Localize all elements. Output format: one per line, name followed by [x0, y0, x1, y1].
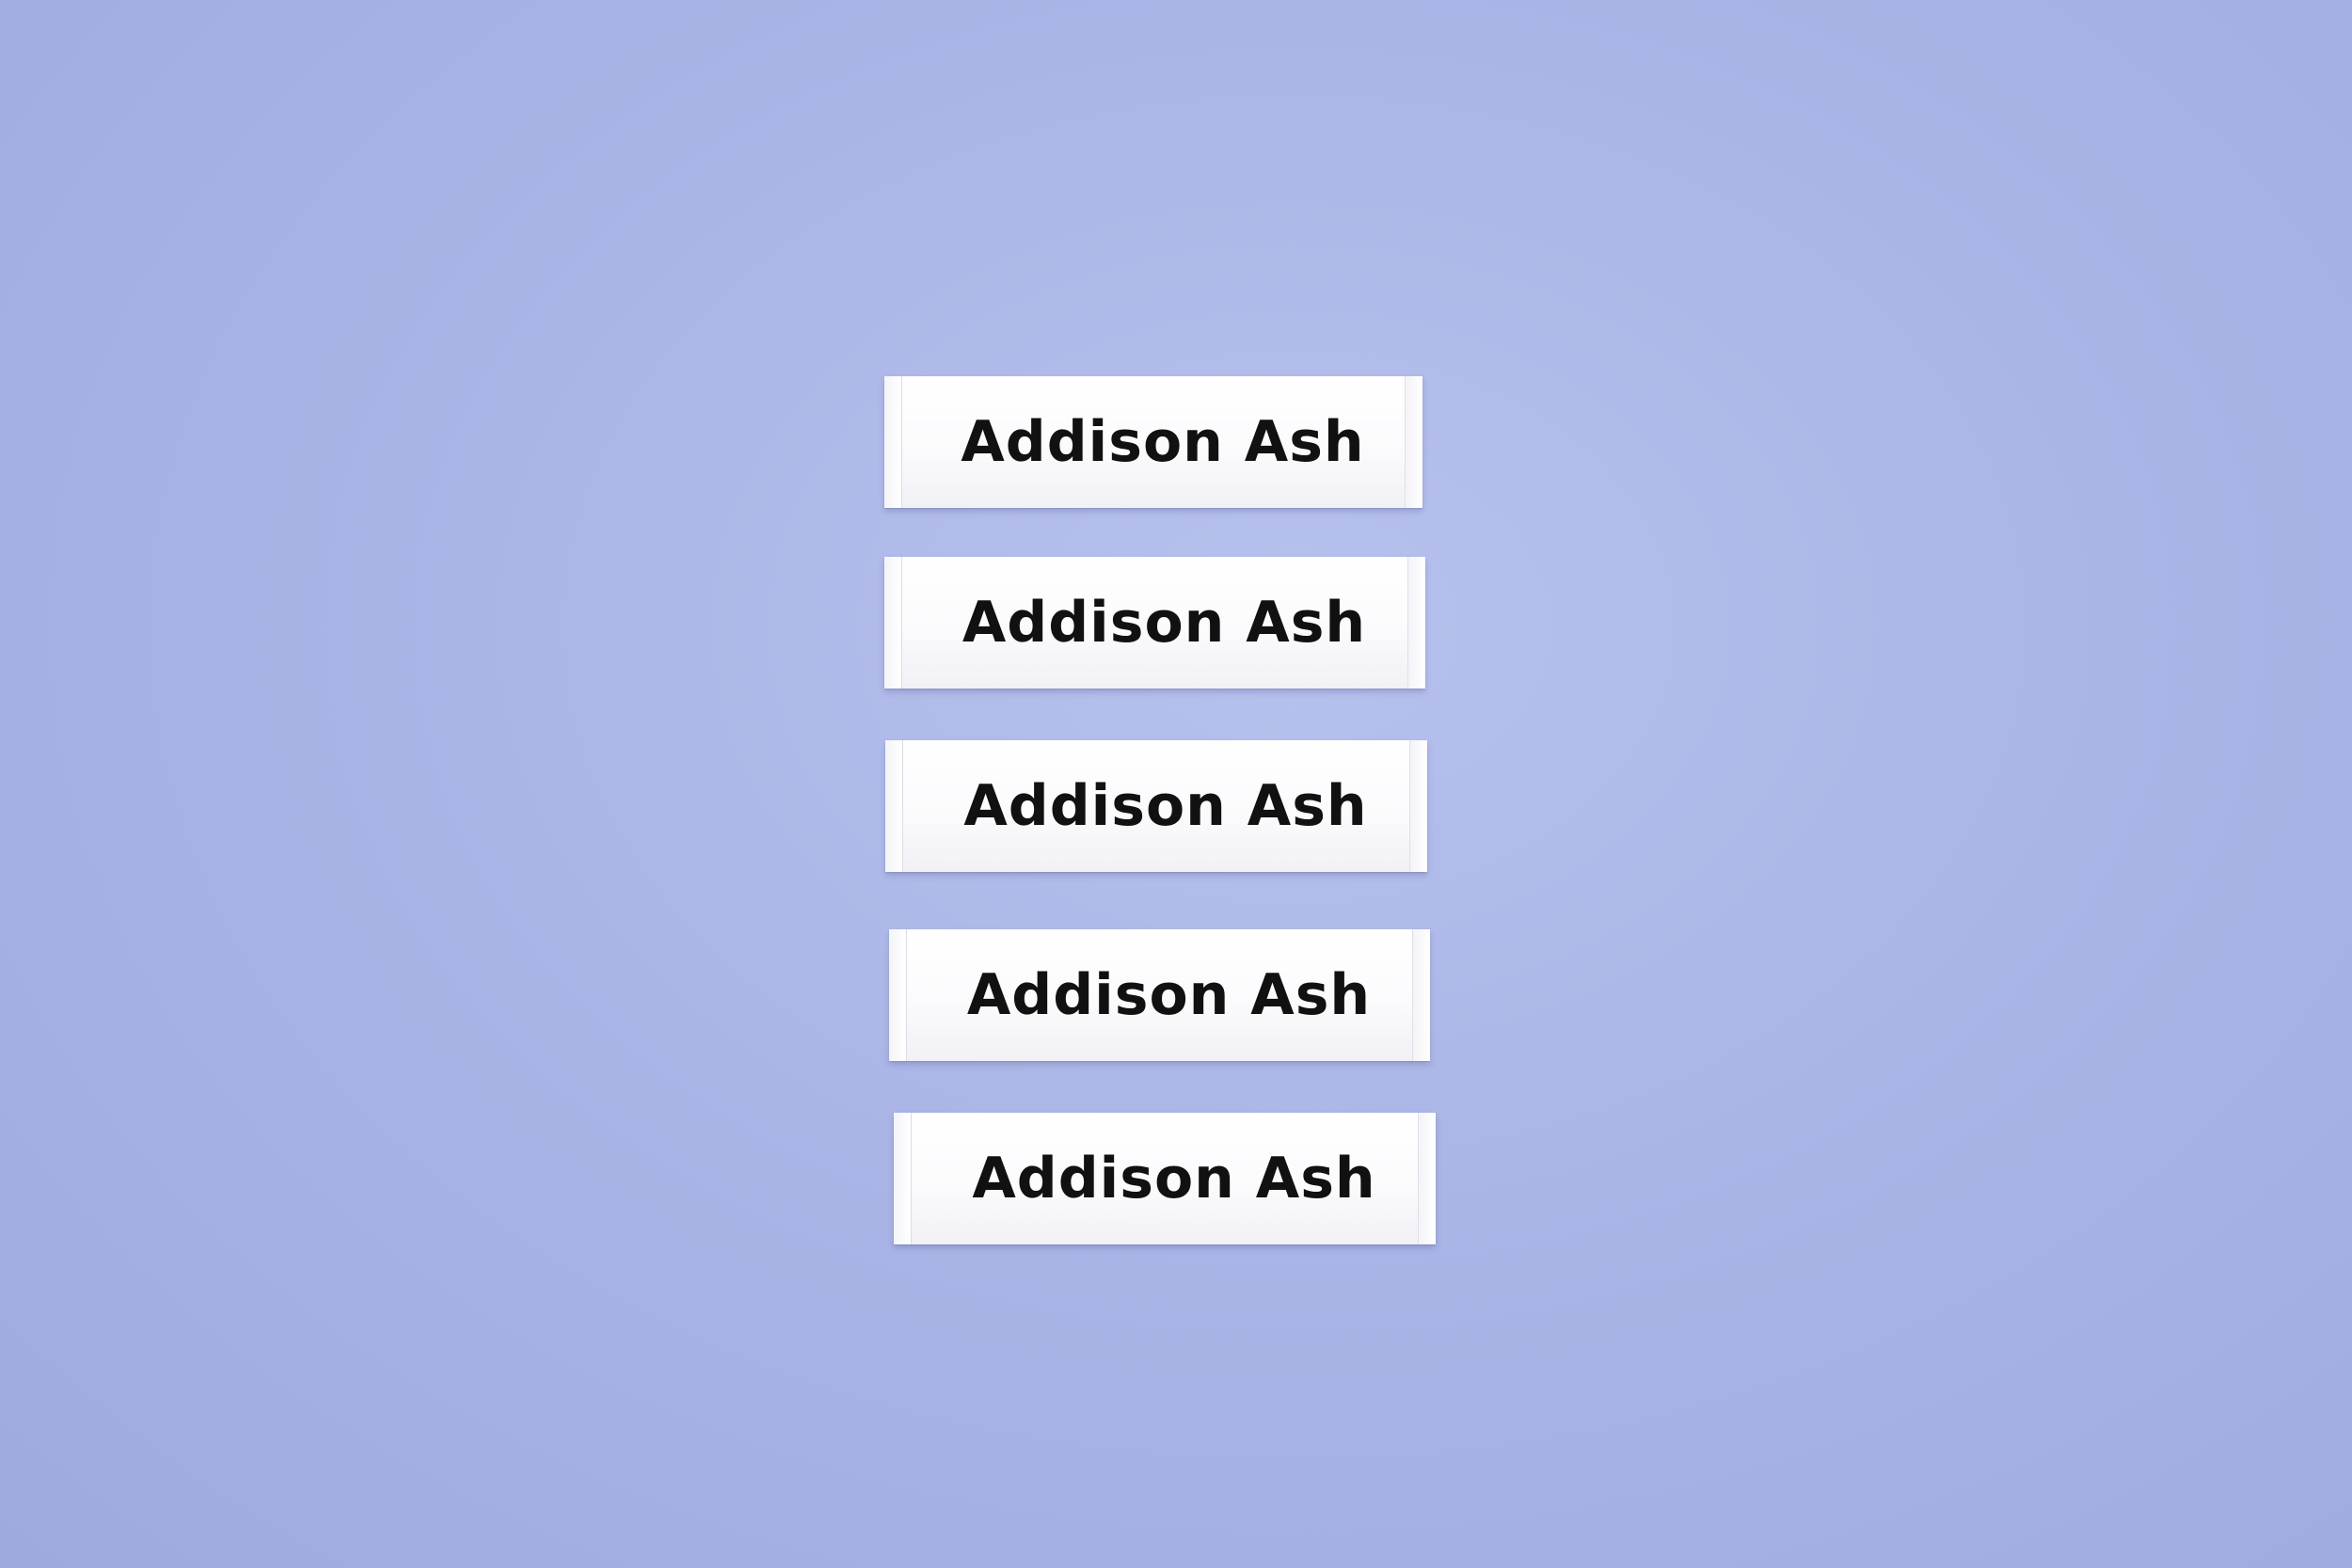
photo-scene: Addison Ash Addison Ash Addison Ash Addi… [0, 0, 2352, 1568]
name-label: Addison Ash [884, 557, 1425, 689]
name-label-text: Addison Ash [972, 1146, 1376, 1212]
name-label-text: Addison Ash [966, 962, 1372, 1028]
name-label: Addison Ash [889, 929, 1430, 1061]
name-label-text: Addison Ash [961, 590, 1367, 656]
name-label-text: Addison Ash [961, 409, 1365, 475]
name-label: Addison Ash [884, 376, 1422, 508]
name-label: Addison Ash [885, 740, 1427, 872]
name-label-text: Addison Ash [963, 773, 1368, 839]
name-label: Addison Ash [894, 1113, 1436, 1244]
